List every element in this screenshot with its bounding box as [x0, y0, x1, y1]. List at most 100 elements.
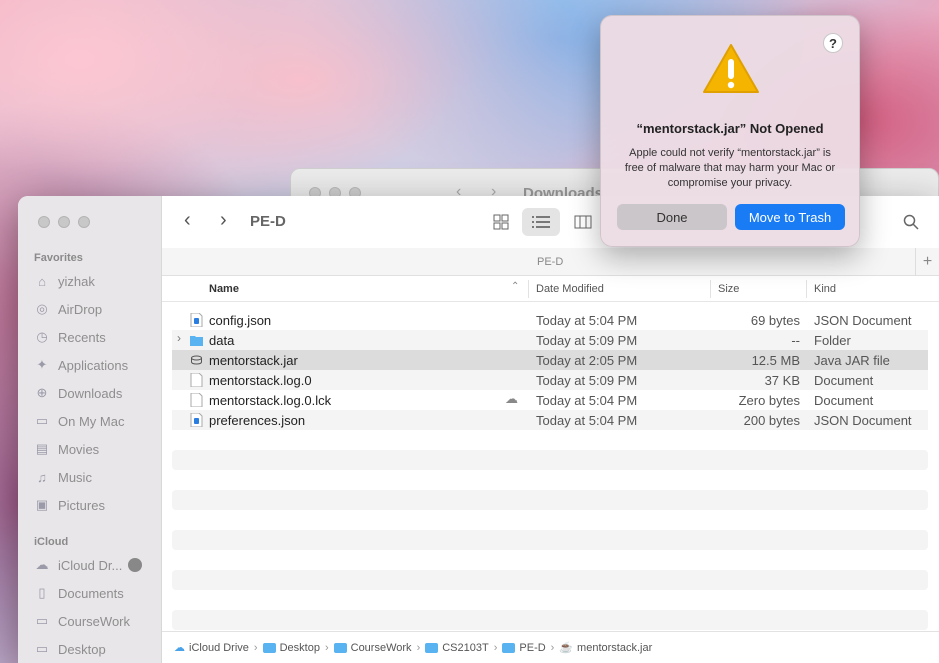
json-file-icon — [190, 313, 203, 327]
zoom-window-button[interactable] — [78, 216, 90, 228]
finder-window: Favorites ⌂ yizhak ◎ AirDrop ◷ Recents ✦ App… — [18, 196, 939, 663]
film-icon: ▤ — [35, 441, 49, 456]
empty-row — [172, 590, 928, 610]
sidebar-item-coursework[interactable]: ▭ CourseWork — [34, 610, 130, 632]
empty-row — [172, 550, 928, 570]
column-divider — [806, 280, 807, 298]
tab-bar: PE-D + — [162, 248, 939, 276]
column-name[interactable]: Name — [209, 283, 239, 295]
sidebar-item-pictures[interactable]: ▣ Pictures — [34, 494, 105, 516]
sidebar-item-airdrop[interactable]: ◎ AirDrop — [34, 298, 102, 320]
json-file-icon — [190, 413, 203, 427]
file-row[interactable]: mentorstack.jar Today at 2:05 PM 12.5 MB… — [172, 350, 928, 370]
sidebar-item-on-my-mac[interactable]: ▭ On My Mac — [34, 410, 125, 432]
jar-file-icon: ☕ — [559, 642, 574, 654]
sidebar-item-movies[interactable]: ▤ Movies — [34, 438, 99, 460]
column-kind[interactable]: Kind — [814, 283, 836, 295]
column-size[interactable]: Size — [718, 283, 739, 295]
list-view-button[interactable] — [522, 208, 560, 236]
file-row[interactable]: mentorstack.log.0 Today at 5:09 PM 37 KB… — [172, 370, 928, 390]
sidebar-item-home[interactable]: ⌂ yizhak — [34, 270, 95, 292]
help-button[interactable]: ? — [823, 33, 843, 53]
folder-icon — [425, 642, 439, 653]
column-date-modified[interactable]: Date Modified — [536, 283, 604, 295]
tab-label[interactable]: PE-D — [537, 256, 563, 268]
sidebar: Favorites ⌂ yizhak ◎ AirDrop ◷ Recents ✦ App… — [18, 196, 162, 663]
alert-title: “mentorstack.jar” Not Opened — [636, 121, 824, 136]
column-divider — [528, 280, 529, 298]
disclosure-chevron-icon[interactable]: › — [177, 331, 181, 345]
file-row[interactable]: mentorstack.log.0.lck ☁ Today at 5:04 PM… — [172, 390, 928, 410]
back-chevron-icon[interactable]: ‹ — [184, 209, 191, 232]
close-window-button[interactable] — [38, 216, 50, 228]
sidebar-item-downloads[interactable]: ⊕ Downloads — [34, 382, 123, 404]
file-row[interactable]: › data Today at 5:09 PM -- Folder — [172, 330, 928, 350]
clock-icon: ◷ — [36, 329, 48, 344]
minimize-window-button[interactable] — [58, 216, 70, 228]
folder-icon — [190, 336, 203, 346]
columns-icon — [574, 215, 592, 229]
document-icon — [190, 393, 203, 407]
cloud-icon: ☁ — [35, 557, 49, 572]
list-icon — [532, 216, 550, 228]
airdrop-icon: ◎ — [36, 301, 48, 316]
sidebar-item-documents[interactable]: ▯ Documents — [34, 582, 123, 604]
empty-row — [172, 490, 928, 510]
path-separator: › — [253, 641, 258, 654]
jar-file-icon — [191, 355, 202, 365]
path-item[interactable]: PE-D — [502, 642, 546, 654]
folder-icon: ▭ — [35, 413, 49, 428]
forward-chevron-icon[interactable]: › — [220, 209, 227, 232]
sort-chevron-icon: ⌃ — [511, 281, 520, 292]
download-icon: ⊕ — [36, 385, 48, 400]
folder-icon — [262, 642, 276, 653]
favorites-header: Favorites — [34, 252, 83, 264]
file-row[interactable]: preferences.json Today at 5:04 PM 200 by… — [172, 410, 928, 430]
photo-icon: ▣ — [35, 497, 49, 512]
sidebar-item-music[interactable]: ♫ Music — [34, 466, 92, 488]
empty-row — [172, 510, 928, 530]
path-item[interactable]: Desktop — [262, 642, 320, 654]
sidebar-item-icloud-drive[interactable]: ☁ iCloud Dr... — [34, 554, 143, 576]
path-item[interactable]: ☁ iCloud Drive — [174, 641, 249, 655]
column-view-button[interactable] — [564, 208, 602, 236]
desktop-icon: ▭ — [35, 641, 49, 656]
column-divider — [710, 280, 711, 298]
new-tab-button[interactable]: + — [915, 248, 939, 276]
sidebar-item-desktop[interactable]: ▭ Desktop — [34, 638, 106, 660]
empty-row — [172, 470, 928, 490]
empty-row — [172, 570, 928, 590]
sync-status-icon — [128, 558, 143, 572]
icon-view-button[interactable] — [482, 208, 520, 236]
path-item[interactable]: CS2103T — [425, 642, 489, 654]
sidebar-item-applications[interactable]: ✦ Applications — [34, 354, 129, 376]
empty-row — [172, 530, 928, 550]
cloud-icon: ☁ — [174, 642, 185, 654]
done-button[interactable]: Done — [617, 204, 727, 230]
file-list: config.json Today at 5:04 PM 69 bytes JS… — [172, 310, 928, 630]
window-title: PE-D — [250, 213, 286, 230]
cloud-icon: ☁ — [505, 391, 518, 406]
applications-icon: ✦ — [36, 357, 48, 372]
empty-row — [172, 430, 928, 450]
icloud-header: iCloud — [34, 536, 69, 548]
grid-icon — [493, 214, 509, 230]
path-item[interactable]: ☕ mentorstack.jar — [559, 641, 652, 655]
document-icon — [190, 373, 203, 387]
path-separator: › — [324, 641, 329, 654]
path-separator: › — [416, 641, 421, 654]
file-row[interactable]: config.json Today at 5:04 PM 69 bytes JS… — [172, 310, 928, 330]
search-button[interactable] — [892, 208, 930, 236]
gatekeeper-alert-dialog: ? “mentorstack.jar” Not Opened Apple cou… — [600, 15, 860, 247]
house-icon: ⌂ — [38, 273, 46, 289]
move-to-trash-button[interactable]: Move to Trash — [735, 204, 845, 230]
folder-icon — [333, 642, 347, 653]
document-icon: ▯ — [38, 585, 46, 600]
folder-icon — [502, 642, 516, 653]
column-header: Name ⌃ Date Modified Size Kind — [162, 276, 939, 302]
warning-icon — [703, 44, 759, 93]
search-icon — [903, 214, 919, 230]
path-item[interactable]: CourseWork — [333, 642, 412, 654]
folder-icon: ▭ — [35, 613, 49, 628]
sidebar-item-recents[interactable]: ◷ Recents — [34, 326, 105, 348]
